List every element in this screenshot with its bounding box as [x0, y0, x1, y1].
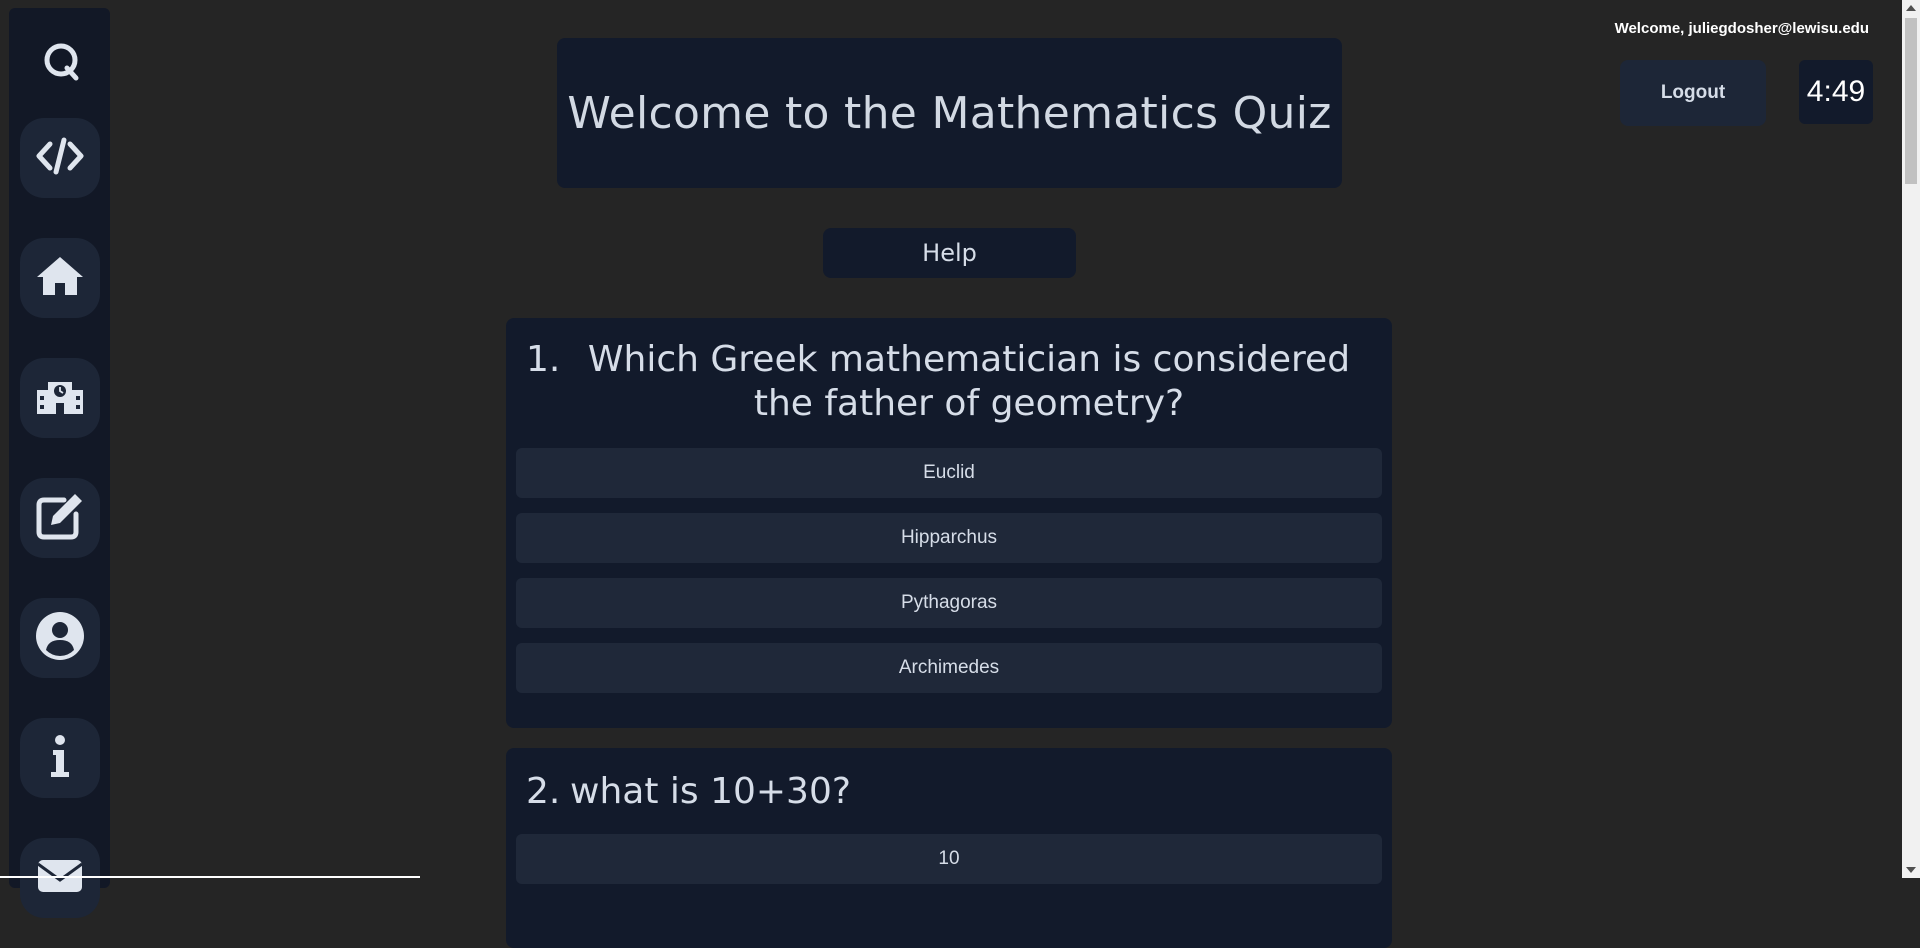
question-number: 1.: [526, 339, 561, 380]
sidebar-item-home[interactable]: [20, 238, 100, 318]
answer-option[interactable]: Pythagoras: [516, 578, 1382, 628]
scroll-down-arrow-icon[interactable]: [1906, 867, 1916, 873]
sidebar: [9, 8, 110, 918]
question-text: what is 10+30?: [570, 771, 851, 812]
sidebar-item-info[interactable]: [20, 718, 100, 798]
answer-option[interactable]: Hipparchus: [516, 513, 1382, 563]
question-text: Which Greek mathematician is considered …: [587, 339, 1351, 424]
question-title: 1. Which Greek mathematician is consider…: [526, 338, 1352, 426]
scroll-up-arrow-icon[interactable]: [1906, 5, 1916, 11]
sidebar-item-mail[interactable]: [20, 838, 100, 918]
vertical-scrollbar[interactable]: [1902, 0, 1920, 878]
user-icon: [34, 610, 86, 666]
welcome-text: Welcome, juliegdosher@lewisu.edu: [1614, 20, 1869, 37]
info-icon: [34, 730, 86, 786]
countdown-timer: 4:49: [1799, 60, 1873, 124]
answer-option[interactable]: Archimedes: [516, 643, 1382, 693]
sidebar-item-edit[interactable]: [20, 478, 100, 558]
home-icon: [34, 250, 86, 306]
logout-button[interactable]: Logout: [1620, 60, 1766, 126]
quiz-logo-icon[interactable]: [42, 40, 82, 84]
answer-option[interactable]: 10: [516, 834, 1382, 884]
page-title: Welcome to the Mathematics Quiz: [567, 87, 1332, 139]
answer-option[interactable]: Euclid: [516, 448, 1382, 498]
question-number: 2.: [526, 771, 561, 812]
help-button[interactable]: Help: [823, 228, 1076, 278]
sidebar-item-code[interactable]: [20, 118, 100, 198]
question-card-1: 1. Which Greek mathematician is consider…: [506, 318, 1392, 728]
edit-icon: [34, 490, 86, 546]
school-icon: [34, 370, 86, 426]
question-card-2: 2. what is 10+30? 10: [506, 748, 1392, 948]
code-icon: [34, 130, 86, 186]
scrollbar-thumb[interactable]: [1905, 18, 1917, 184]
question-title: 2. what is 10+30?: [526, 770, 1352, 814]
sidebar-item-school[interactable]: [20, 358, 100, 438]
sidebar-item-profile[interactable]: [20, 598, 100, 678]
mail-icon: [34, 850, 86, 906]
title-card: Welcome to the Mathematics Quiz: [557, 38, 1342, 188]
